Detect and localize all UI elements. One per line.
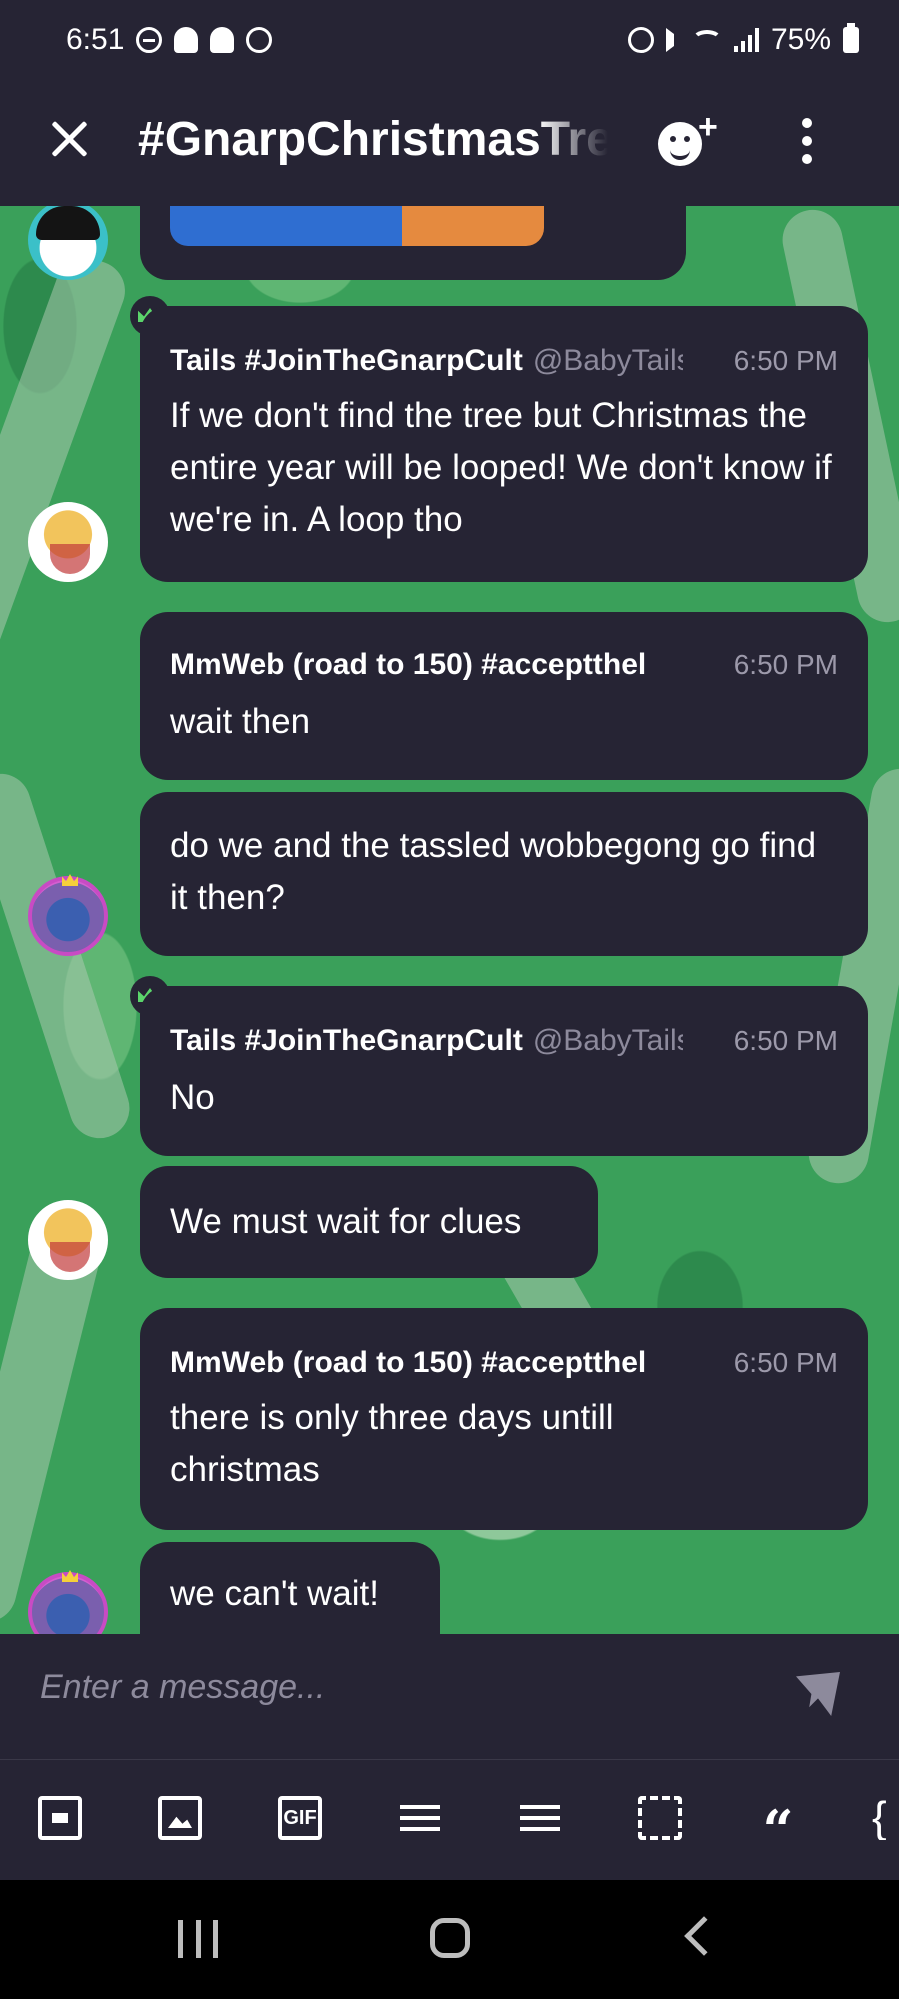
attachment-image[interactable] bbox=[170, 206, 544, 246]
plus-icon: + bbox=[698, 108, 718, 146]
mute-icon bbox=[665, 28, 680, 52]
background-vine bbox=[0, 249, 134, 743]
message-bubble[interactable]: Tails #JoinTheGnarpCult @BabyTails 6:50 … bbox=[140, 986, 868, 1156]
avatar[interactable] bbox=[28, 1200, 108, 1280]
message-header: MmWeb (road to 150) #acceptthel 6:50 PM bbox=[170, 1346, 838, 1380]
sticker-icon[interactable] bbox=[38, 1796, 82, 1840]
status-right: 75% bbox=[627, 23, 859, 57]
wifi-icon bbox=[691, 30, 722, 50]
attachment-bubble[interactable] bbox=[140, 206, 686, 280]
author-name[interactable]: MmWeb (road to 150) #acceptthel bbox=[170, 1346, 646, 1380]
timestamp: 6:50 PM bbox=[733, 1347, 838, 1378]
message-composer bbox=[0, 1634, 899, 1760]
alarm-icon bbox=[627, 27, 654, 53]
author-name[interactable]: Tails #JoinTheGnarpCult bbox=[170, 1024, 523, 1058]
back-icon[interactable] bbox=[684, 1916, 724, 1956]
numbered-list-icon[interactable] bbox=[518, 1796, 562, 1840]
status-time: 6:51 bbox=[66, 23, 125, 56]
battery-icon bbox=[843, 23, 859, 53]
message-bubble[interactable]: MmWeb (road to 150) #acceptthel 6:50 PM … bbox=[140, 612, 868, 780]
message-text: we can't wait! bbox=[170, 1574, 379, 1613]
bullet-list-icon[interactable] bbox=[398, 1796, 442, 1840]
message-bubble[interactable]: Tails #JoinTheGnarpCult @BabyTails 6:50 … bbox=[140, 306, 868, 582]
message-text: If we don't find the tree but Christmas … bbox=[170, 396, 832, 539]
code-block-icon[interactable]: { bbox=[872, 1796, 899, 1840]
message-text: there is only three days untill christma… bbox=[170, 1398, 614, 1489]
snapchat-icon bbox=[210, 27, 235, 53]
more-vertical-icon[interactable] bbox=[796, 116, 820, 166]
message-list[interactable]: Tails #JoinTheGnarpCult @BabyTails 6:50 … bbox=[0, 206, 899, 1634]
message-text: We must wait for clues bbox=[170, 1202, 522, 1241]
spoiler-icon[interactable] bbox=[638, 1796, 682, 1840]
message-header: Tails #JoinTheGnarpCult @BabyTails 6:50 … bbox=[170, 1024, 838, 1058]
message-bubble[interactable]: MmWeb (road to 150) #acceptthel 6:50 PM … bbox=[140, 1308, 868, 1530]
message-bubble[interactable]: we can't wait! bbox=[140, 1542, 440, 1634]
signal-icon bbox=[733, 28, 759, 52]
message-bubble[interactable]: do we and the tassled wobbegong go find … bbox=[140, 792, 868, 956]
status-bar: 6:51 75% bbox=[0, 0, 899, 80]
battery-percent: 75% bbox=[770, 23, 831, 56]
quote-icon[interactable]: “ bbox=[756, 1796, 800, 1862]
alarm-icon bbox=[246, 27, 273, 53]
author-handle: @BabyTails bbox=[532, 1024, 683, 1057]
channel-header: #GnarpChristmasTree + bbox=[0, 80, 899, 206]
timestamp: 6:50 PM bbox=[733, 1025, 838, 1056]
do-not-disturb-icon bbox=[136, 27, 163, 53]
avatar[interactable] bbox=[28, 876, 108, 956]
snapchat-icon bbox=[174, 27, 199, 53]
timestamp: 6:50 PM bbox=[733, 345, 838, 376]
author-name[interactable]: MmWeb (road to 150) #acceptthel bbox=[170, 648, 646, 682]
timestamp: 6:50 PM bbox=[733, 649, 838, 680]
close-icon[interactable] bbox=[46, 114, 94, 162]
send-icon[interactable] bbox=[796, 1672, 840, 1716]
author-name[interactable]: Tails #JoinTheGnarpCult bbox=[170, 344, 523, 378]
message-text: wait then bbox=[170, 702, 311, 741]
status-left: 6:51 bbox=[66, 23, 273, 57]
message-bubble[interactable]: We must wait for clues bbox=[140, 1166, 598, 1278]
author-handle: @BabyTails bbox=[532, 344, 683, 377]
channel-title: #GnarpChristmasTree bbox=[138, 113, 608, 166]
add-user-icon bbox=[658, 122, 702, 166]
image-icon[interactable] bbox=[158, 1796, 202, 1840]
message-text: No bbox=[170, 1078, 215, 1117]
home-icon[interactable] bbox=[430, 1918, 470, 1958]
recents-icon[interactable] bbox=[178, 1920, 218, 1958]
avatar[interactable] bbox=[28, 502, 108, 582]
system-nav-bar bbox=[0, 1880, 899, 1999]
message-input[interactable] bbox=[40, 1668, 740, 1707]
background-vine bbox=[0, 766, 138, 1146]
message-text: do we and the tassled wobbegong go find … bbox=[170, 826, 817, 917]
formatting-toolbar: GIF “ { bbox=[0, 1760, 899, 1880]
message-header: Tails #JoinTheGnarpCult @BabyTails 6:50 … bbox=[170, 344, 838, 378]
message-header: MmWeb (road to 150) #acceptthel 6:50 PM bbox=[170, 648, 838, 682]
add-user-button[interactable]: + bbox=[656, 108, 726, 170]
gif-icon[interactable]: GIF bbox=[278, 1796, 322, 1840]
